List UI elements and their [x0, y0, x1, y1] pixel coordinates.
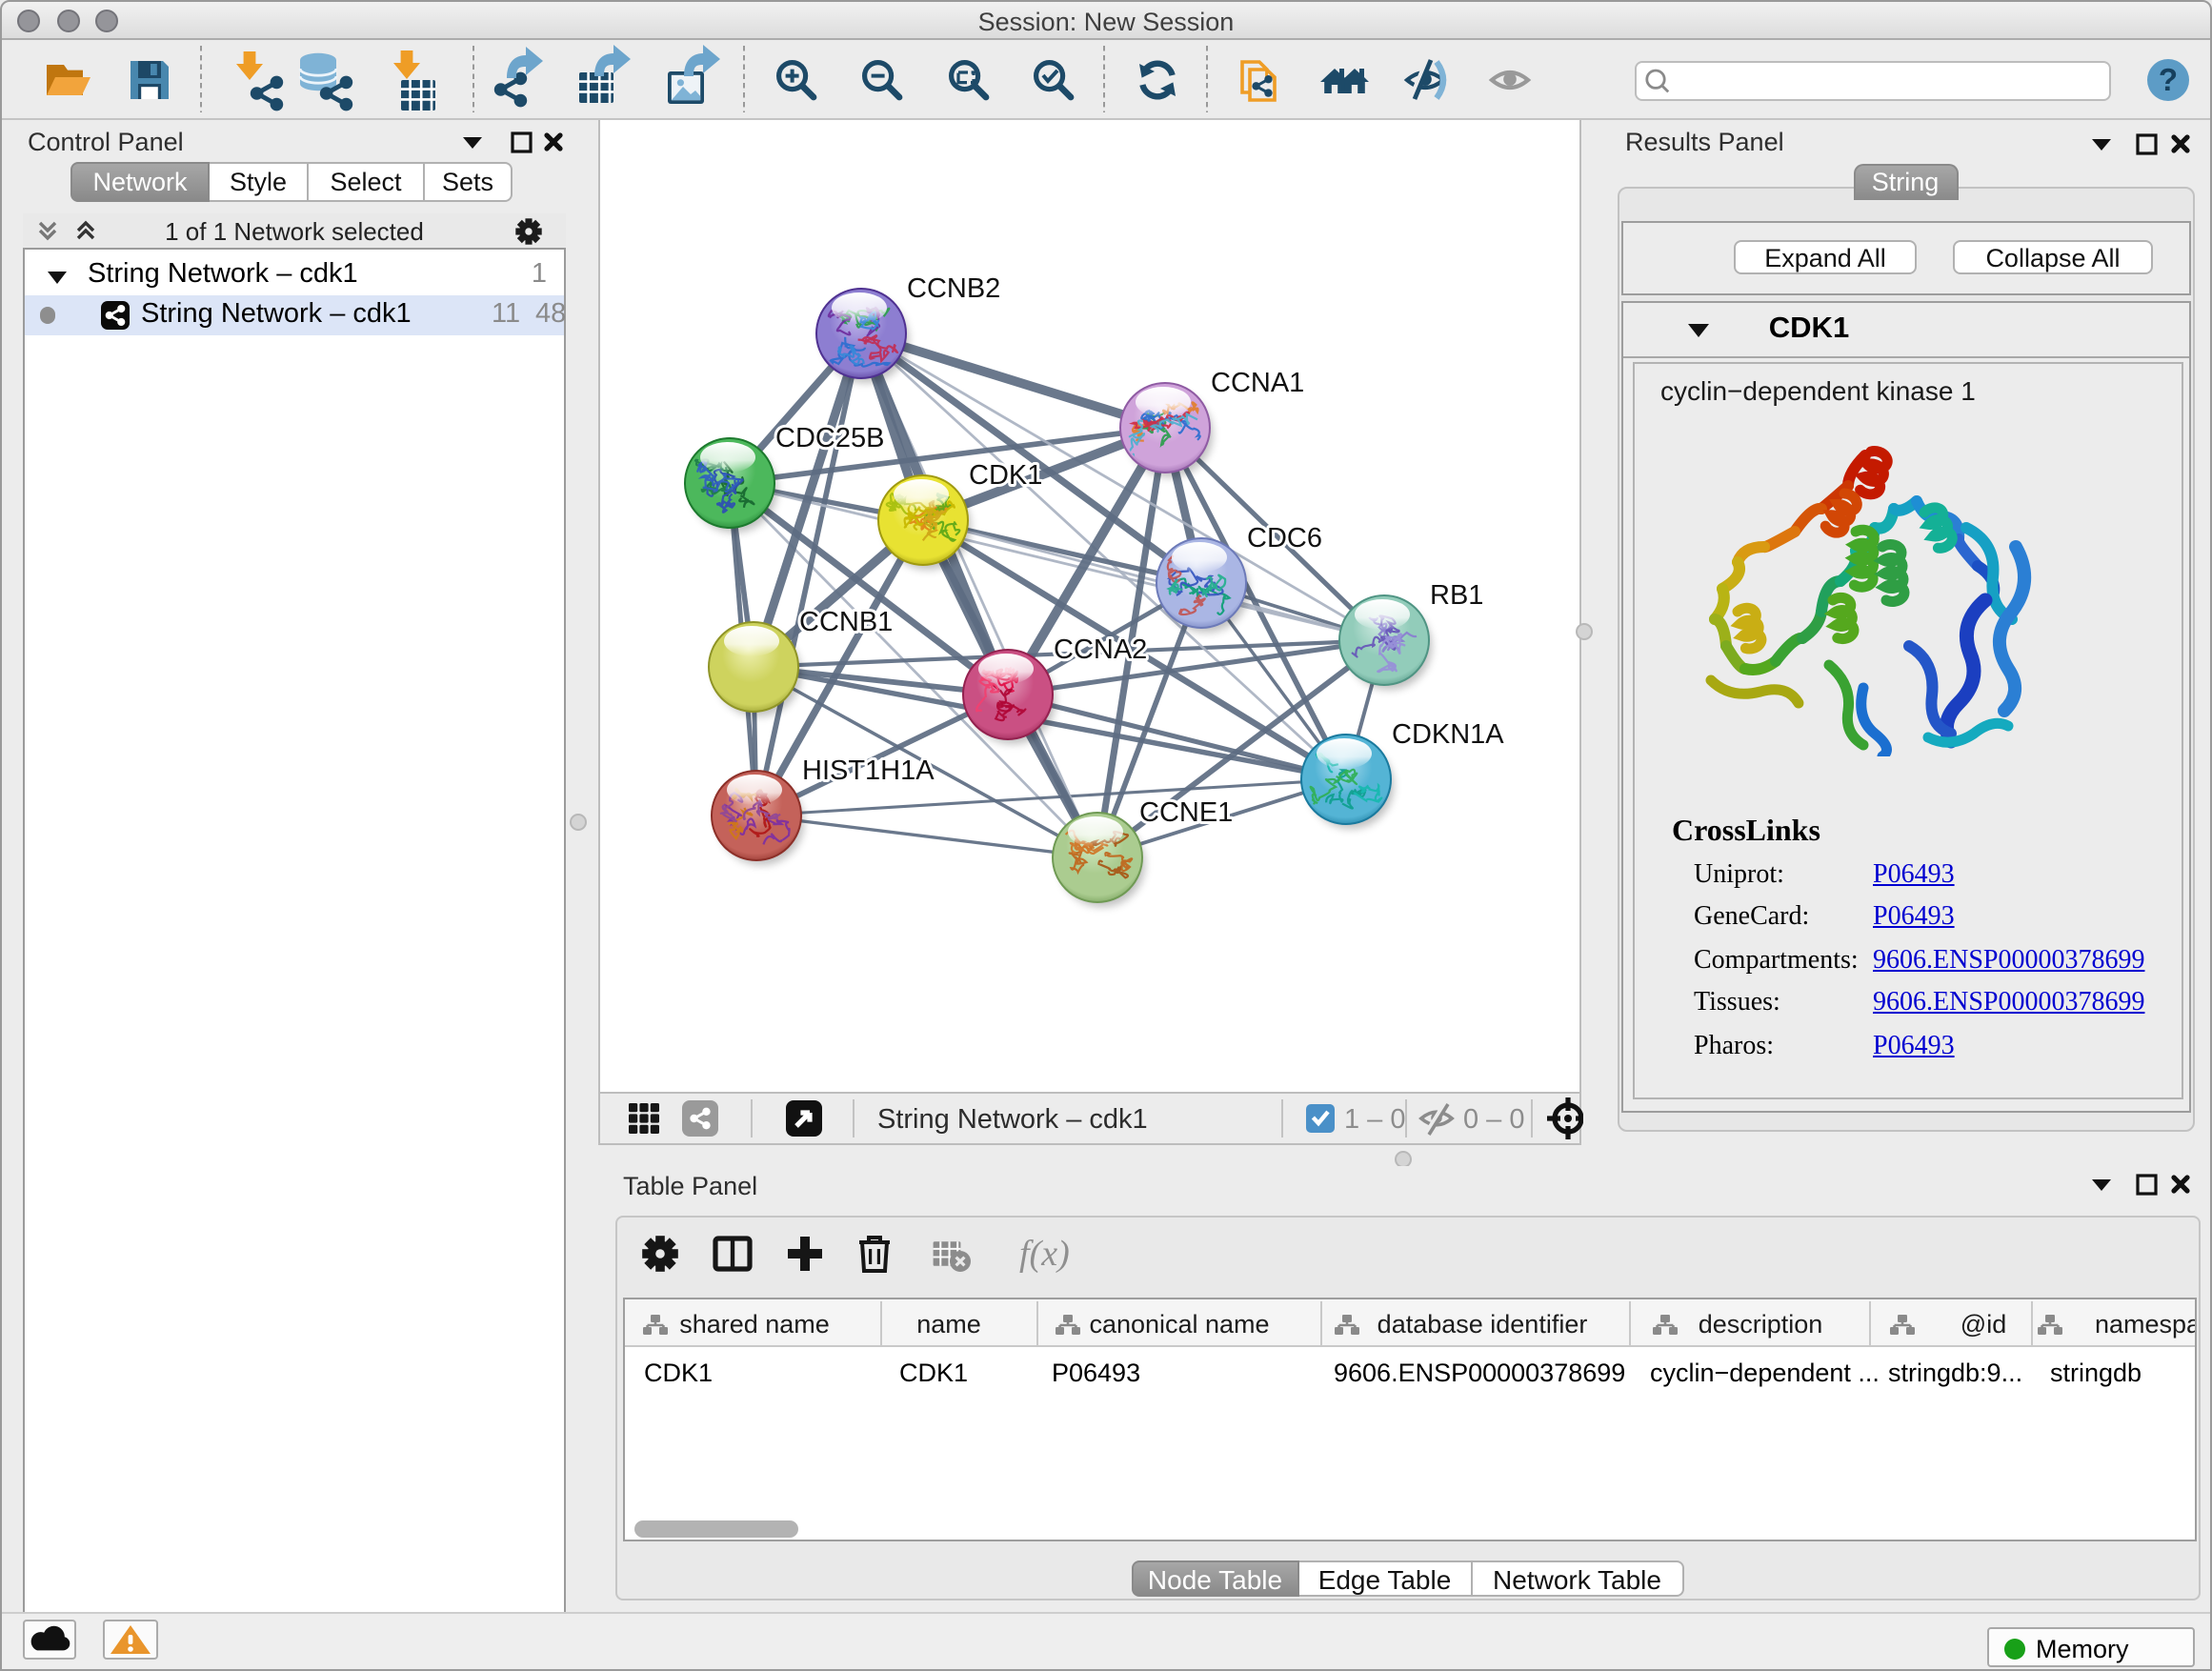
svg-text:CDKN1A: CDKN1A [1392, 719, 1504, 750]
svg-text:@id: @id [1961, 1309, 2006, 1338]
svg-text:1 – 0: 1 – 0 [1344, 1104, 1406, 1135]
svg-text:0 – 0: 0 – 0 [1463, 1104, 1525, 1135]
svg-text:database identifier: database identifier [1377, 1309, 1588, 1338]
svg-text:CCNB2: CCNB2 [907, 273, 1000, 304]
svg-text:CCNB1: CCNB1 [799, 607, 893, 637]
svg-text:description: description [1699, 1309, 1823, 1338]
svg-text:canonical name: canonical name [1089, 1309, 1269, 1338]
svg-text:CCNA2: CCNA2 [1054, 634, 1147, 665]
svg-text:CDK1: CDK1 [644, 1358, 713, 1386]
svg-text:CDC6: CDC6 [1247, 523, 1322, 554]
svg-text:CDC25B: CDC25B [775, 423, 884, 453]
svg-text:9606.ENSP00000378699: 9606.ENSP00000378699 [1334, 1358, 1625, 1386]
svg-text:stringdb:9...: stringdb:9... [1888, 1358, 2022, 1386]
svg-text:CCNE1: CCNE1 [1139, 797, 1233, 828]
svg-text:P06493: P06493 [1052, 1358, 1140, 1386]
svg-text:namespace: namespace [2095, 1309, 2197, 1338]
svg-text:cyclin−dependent ...: cyclin−dependent ... [1650, 1358, 1880, 1386]
svg-text:CCNA1: CCNA1 [1211, 368, 1304, 398]
svg-text:HIST1H1A: HIST1H1A [802, 755, 935, 786]
svg-text:CDK1: CDK1 [899, 1358, 968, 1386]
svg-text:stringdb: stringdb [2050, 1358, 2142, 1386]
svg-text:?: ? [2159, 62, 2178, 97]
svg-text:shared name: shared name [679, 1309, 830, 1338]
svg-text:String Network – cdk1: String Network – cdk1 [877, 1104, 1148, 1135]
svg-text:RB1: RB1 [1430, 580, 1483, 611]
svg-text:f(x): f(x) [1019, 1234, 1070, 1274]
svg-text:name: name [916, 1309, 981, 1338]
svg-text:CDK1: CDK1 [969, 460, 1042, 491]
